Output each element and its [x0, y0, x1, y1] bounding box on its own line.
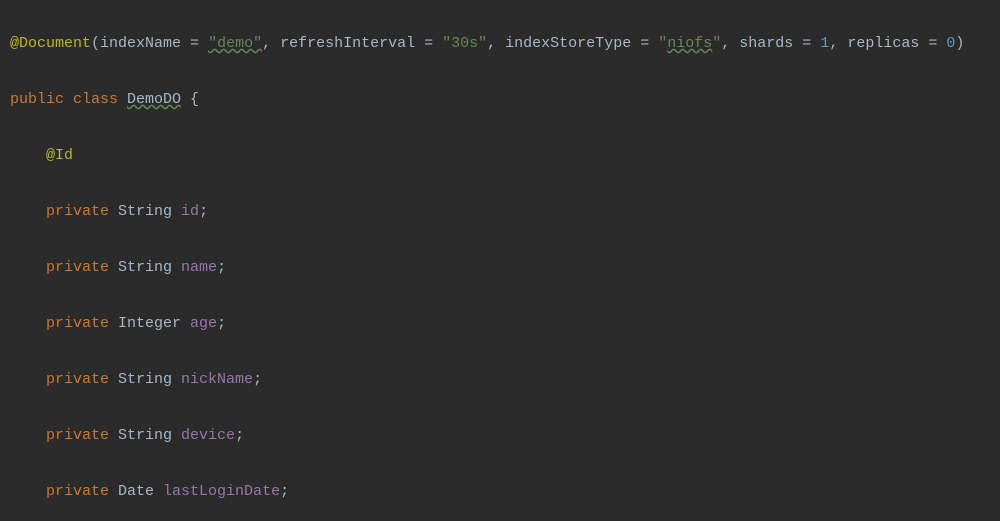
field-age: age	[190, 315, 217, 332]
class-name: DemoDO	[127, 91, 181, 108]
code-line: private String id;	[10, 198, 994, 226]
code-line: public class DemoDO {	[10, 86, 994, 114]
code-line: private Integer age;	[10, 310, 994, 338]
code-line: private String device;	[10, 422, 994, 450]
field-nickname: nickName	[181, 371, 253, 388]
field-device: device	[181, 427, 235, 444]
code-editor[interactable]: @Document(indexName = "demo", refreshInt…	[0, 0, 1000, 521]
annotation-id: @Id	[46, 147, 73, 164]
code-line: private String nickName;	[10, 366, 994, 394]
code-line: private Date lastLoginDate;	[10, 478, 994, 506]
code-line: @Id	[10, 142, 994, 170]
code-line: private String name;	[10, 254, 994, 282]
field-name: name	[181, 259, 217, 276]
annotation-document: @Document	[10, 35, 91, 52]
field-lastlogindate: lastLoginDate	[163, 483, 280, 500]
code-line: @Document(indexName = "demo", refreshInt…	[10, 30, 994, 58]
field-id: id	[181, 203, 199, 220]
